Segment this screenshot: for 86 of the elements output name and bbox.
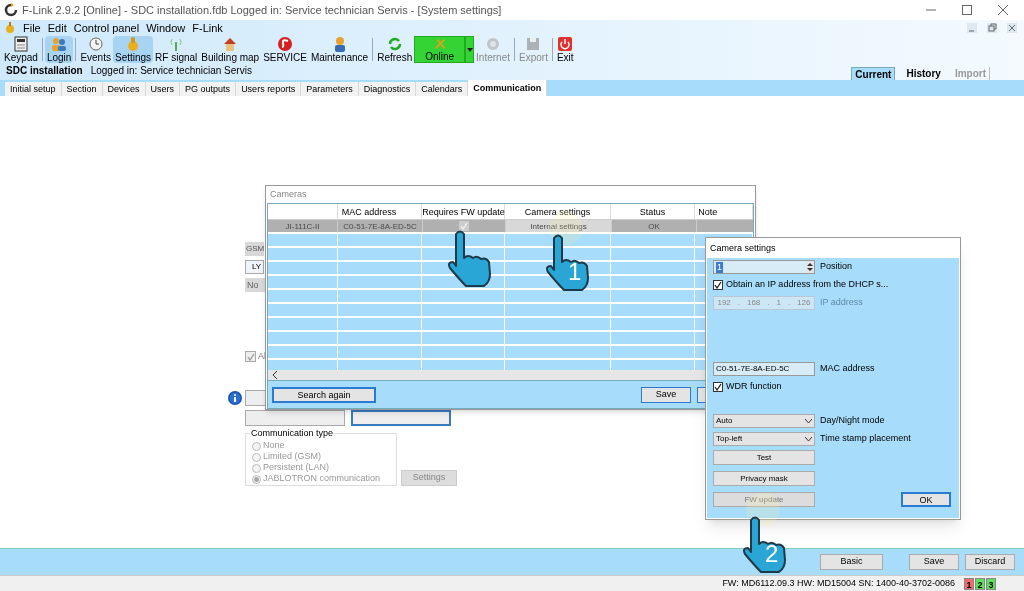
search-again-button[interactable]: Search again (272, 386, 376, 403)
ip-octet: 168 (746, 297, 761, 309)
toolbar-button[interactable]: SERVICE (261, 36, 309, 63)
column-header: Status (610, 204, 696, 219)
dot-separator: . (737, 297, 740, 309)
gsm-label: GSM (245, 242, 264, 256)
dialog-button[interactable]: Test (713, 450, 815, 465)
toolbar-button[interactable]: Login (44, 36, 74, 63)
menu-item[interactable]: F-Link (192, 19, 223, 37)
column-header: Camera settings (505, 204, 611, 219)
status-indicator: 3 (986, 577, 996, 590)
footer-button[interactable]: Basic (820, 554, 883, 570)
ly-button[interactable]: LY (245, 260, 264, 274)
menu-item[interactable]: Window (146, 19, 186, 37)
table-row[interactable]: JI-111C-II C0-51-7E-8A-ED-5C Internal settings OK (268, 220, 753, 234)
table-cell: OK (612, 220, 697, 232)
footer-button[interactable]: Save (909, 554, 959, 570)
checkbox-label: WDR function (726, 380, 782, 394)
status-text: FW: MD6112.09.3 HW: MD15004 SN: 1400-40-3702-0086 (722, 576, 955, 590)
step-number: 1 (568, 260, 582, 284)
status-indicator: 2 (975, 577, 985, 590)
save-button[interactable]: Save (641, 386, 691, 403)
toolbar-button[interactable]: Building map (199, 36, 262, 63)
step-number: 2 (765, 542, 779, 566)
ok-button[interactable]: OK (901, 492, 951, 507)
ip-octet: 126 (797, 297, 811, 309)
tab[interactable]: Initial setup (5, 82, 62, 96)
field-value: 1 (716, 261, 723, 273)
spin-field[interactable]: 1 (713, 260, 815, 274)
dropdown-value: Top-left (716, 433, 743, 445)
tab[interactable]: Devices (102, 82, 146, 96)
toolbar-button[interactable]: Keypad (2, 36, 40, 63)
radio-label: None (263, 439, 285, 452)
installation-name: SDC installation (6, 64, 83, 78)
toolbar-button[interactable]: Online (414, 36, 466, 63)
tab[interactable]: Communication (468, 80, 548, 96)
tab[interactable]: Diagnostics (358, 82, 417, 96)
field-label: Time stamp placement (820, 432, 911, 446)
toolbar-button[interactable]: Settings (112, 36, 154, 63)
table-cell: JI-111C-II (268, 220, 338, 232)
tab[interactable]: PG outputs (180, 82, 237, 96)
column-header: Note (695, 204, 753, 219)
checkbox-label: Al (258, 350, 266, 363)
tab[interactable]: Users (145, 82, 181, 96)
ip-octet: 192 (717, 297, 731, 309)
field-label: Position (820, 260, 853, 274)
dropdown[interactable]: Auto (713, 414, 815, 428)
field-label: Day/Night mode (820, 414, 885, 428)
table-cell: C0-51-7E-8A-ED-5C (338, 220, 423, 232)
checkbox-label: Obtain an IP address from the DHCP s... (726, 278, 889, 292)
tab[interactable]: Users reports (236, 82, 302, 96)
menu-item[interactable]: Control panel (73, 19, 140, 37)
toolbar-button[interactable]: Events (78, 36, 113, 63)
menu-item[interactable]: Edit (47, 19, 67, 37)
settings-cell-button[interactable]: Internal settings (506, 220, 612, 232)
window-title: F-Link 2.9.2 [Online] - SDC installation.fdb Logged in: Service technician Servis - [System settings] (22, 2, 502, 18)
status-indicator: 1 (964, 577, 974, 590)
toolbar-button[interactable]: Maintenance (308, 36, 371, 63)
dropdown[interactable]: Top-left (713, 432, 815, 446)
dialog-title: Cameras (269, 188, 308, 201)
logged-in-user: Logged in: Service technician Servis (90, 64, 252, 78)
toolbar-button[interactable]: Exit (554, 36, 576, 63)
radio-label: Limited (GSM) (263, 450, 321, 463)
tab[interactable]: Calendars (416, 82, 469, 96)
toolbar-button[interactable]: Refresh (375, 36, 415, 63)
dialog-title: Camera settings (709, 242, 777, 255)
footer-button[interactable]: Discard (965, 554, 1015, 570)
mac-address-field[interactable]: C0-51-7E-8A-ED-5C (713, 362, 815, 376)
dialog-button[interactable]: Privacy mask (713, 471, 815, 486)
ip-octet: 1 (776, 297, 781, 309)
column-header: MAC address (337, 204, 423, 219)
dot-separator: . (787, 297, 791, 309)
radio-label: Persistent (LAN) (263, 461, 330, 474)
field-label: IP address (820, 296, 863, 310)
group-title: Communication type (250, 427, 335, 438)
menu-item[interactable]: File (23, 19, 41, 37)
view-tab[interactable]: History (903, 67, 944, 80)
dot-separator: . (767, 297, 770, 309)
tab[interactable]: Section (61, 82, 103, 96)
dropdown-value: Auto (716, 415, 733, 427)
tab[interactable]: Parameters (301, 82, 359, 96)
toolbar-button[interactable]: RF signal (153, 36, 200, 63)
view-tab[interactable]: Current (851, 67, 896, 80)
column-header: Requires FW update (422, 204, 506, 219)
field-label: MAC address (820, 362, 875, 376)
radio-label: JABLOTRON communication (263, 472, 381, 486)
